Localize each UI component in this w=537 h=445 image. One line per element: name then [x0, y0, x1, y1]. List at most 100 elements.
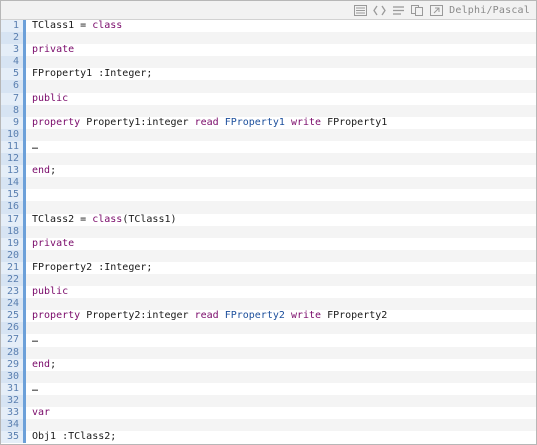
keyword-token: end: [32, 358, 51, 370]
code-line: 24: [1, 298, 536, 311]
code-line: 23 public: [1, 286, 536, 299]
code-line: 11 …: [1, 140, 536, 154]
line-number: 31: [1, 382, 26, 395]
line-number: 30: [1, 370, 26, 383]
code-icon[interactable]: [372, 4, 386, 16]
line-number: 8: [1, 104, 26, 117]
keyword-token: property: [32, 116, 81, 128]
line-number: 19: [1, 237, 26, 250]
line-number: 20: [1, 249, 26, 262]
code-line: 31 …: [1, 382, 536, 395]
line-number: 16: [1, 201, 26, 214]
line-number: 13: [1, 165, 26, 178]
line-number: 26: [1, 322, 26, 335]
code-line: 29 end;: [1, 358, 536, 371]
text-token: Property2:integer: [80, 310, 195, 322]
line-number: 34: [1, 419, 26, 432]
code-line: 21 FProperty2 :Integer;: [1, 261, 536, 274]
code-line: 7 public: [1, 92, 536, 105]
line-number: 22: [1, 273, 26, 287]
code-line: 1 TClass1 = class: [1, 20, 536, 33]
code-line: 2: [1, 32, 536, 45]
code-block: Delphi/Pascal 1 TClass1 = class 2 3 private 4…: [0, 0, 537, 445]
code-line: 10: [1, 128, 536, 141]
code-line: 13 end;: [1, 165, 536, 178]
view-source-icon[interactable]: [353, 4, 367, 16]
line-number: 29: [1, 358, 26, 371]
line-number: 4: [1, 56, 26, 69]
code-text: TClass1 = class: [26, 20, 122, 32]
line-number: 6: [1, 80, 26, 93]
code-line: 15: [1, 189, 536, 202]
code-text: private: [26, 238, 74, 250]
text-token: Obj1 :TClass2;: [32, 431, 117, 443]
text-token: …: [32, 382, 39, 394]
language-label: Delphi/Pascal: [449, 4, 530, 16]
wrap-icon[interactable]: [391, 4, 405, 16]
code-toolbar: Delphi/Pascal: [1, 1, 536, 20]
code-line: 22: [1, 273, 536, 287]
code-text: Obj1 :TClass2;: [26, 431, 116, 443]
text-token: …: [32, 140, 39, 152]
text-token: ;: [50, 165, 57, 177]
line-number: 5: [1, 68, 26, 81]
keyword-token: public: [32, 286, 69, 298]
code-line: 16: [1, 201, 536, 214]
field-token: FProperty1: [224, 116, 285, 128]
popup-icon[interactable]: [429, 4, 443, 16]
copy-icon[interactable]: [410, 4, 424, 16]
code-text: public: [26, 93, 68, 105]
code-line: 5 FProperty1 :Integer;: [1, 68, 536, 81]
keyword-token: var: [32, 407, 51, 418]
code-line: 30: [1, 370, 536, 383]
code-text: private: [26, 44, 74, 56]
line-number: 25: [1, 310, 26, 323]
line-number: 7: [1, 92, 26, 105]
line-number: 35: [1, 431, 26, 444]
text-token: TClass1 =: [32, 20, 93, 31]
code-line: 14: [1, 177, 536, 190]
code-lines: 1 TClass1 = class 2 3 private 4 5 FProperty1 :I…: [1, 20, 536, 444]
line-number: 9: [1, 116, 26, 129]
code-line: 27…: [1, 334, 536, 347]
field-token: FProperty2: [224, 310, 285, 322]
line-number: 27: [1, 334, 26, 347]
code-text: property Property1:integer read FPropert…: [26, 117, 387, 129]
code-line: 19 private: [1, 237, 536, 250]
code-line: 6: [1, 80, 536, 93]
text-token: FProperty1: [321, 116, 388, 128]
line-number: 10: [1, 128, 26, 141]
code-text: …: [26, 141, 38, 153]
code-line: 9 property Property1:integer read FProper…: [1, 116, 536, 129]
line-number: 33: [1, 407, 26, 420]
line-number: 28: [1, 346, 26, 359]
line-number: 23: [1, 286, 26, 299]
line-number: 32: [1, 394, 26, 407]
line-number: 21: [1, 261, 26, 274]
line-number: 24: [1, 298, 26, 311]
keyword-token: write: [290, 310, 322, 322]
code-text: end;: [26, 165, 56, 177]
code-text: end;: [26, 359, 56, 371]
code-line: 34: [1, 419, 536, 432]
code-text: FProperty1 :Integer;: [26, 68, 152, 80]
line-number: 1: [1, 20, 26, 33]
line-number: 11: [1, 140, 26, 154]
code-text: public: [26, 286, 68, 298]
code-text: property Property2:integer read FPropert…: [26, 310, 387, 322]
